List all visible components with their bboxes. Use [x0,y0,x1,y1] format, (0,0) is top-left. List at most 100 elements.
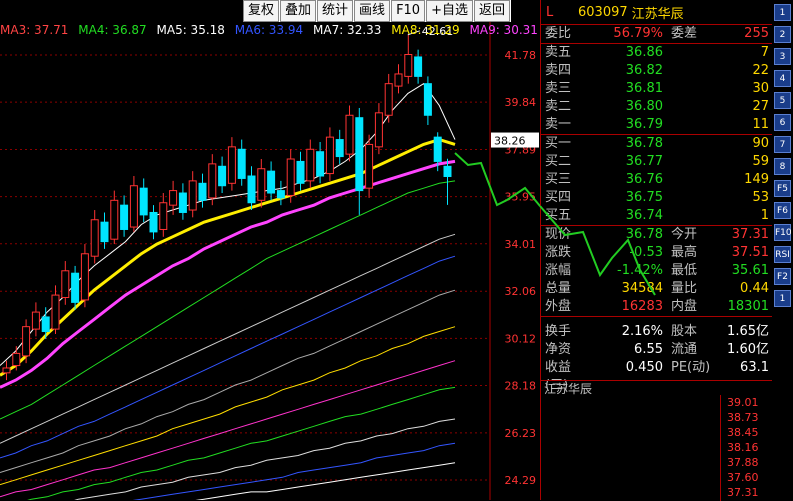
quote-row: 涨幅 -1.42% 最低 35.61 [541,262,773,280]
quote-row: 卖三 36.81 30 [541,80,773,98]
ma-legend: MA3: 37.71 MA4: 36.87 MA5: 35.18 MA6: 33… [0,22,544,38]
statistics-button[interactable]: 统计 [317,0,354,22]
side-toolbar: 1 2 3 4 5 6 7 8 F5 F6 F10 RSI F2 1 [772,0,793,500]
add-watchlist-button[interactable]: +自选 [426,0,473,22]
quote-value: 34584 [621,281,663,296]
quote-row: 总量 34584 量比 0.44 [541,280,773,298]
fund-label: 换手 [545,324,572,339]
candle-body [335,139,344,158]
price-axis-label: 34.01 [505,238,537,251]
f10-button[interactable]: F10 [391,0,426,22]
side-button-8[interactable]: 8 [774,158,791,175]
sell-price: 36.82 [625,63,663,78]
price-axis-label: 35.95 [505,191,537,204]
fund-label: 净资 [545,342,572,357]
quote-row: 买五 36.74 1 [541,207,773,225]
side-button-f5[interactable]: F5 [774,180,791,197]
quote-row: 换手 2.16% 股本 1.65亿 [541,323,773,341]
candle-body [100,221,109,243]
back-button[interactable]: 返回 [474,0,511,22]
sell-level-label: 卖三 [545,81,572,96]
side-button-5[interactable]: 5 [774,92,791,109]
quote-label: 外盘 [545,299,572,314]
candle-body [129,185,138,228]
side-button-1[interactable]: 1 [774,290,791,307]
weicha-label: 委差 [671,26,698,41]
candle-body [80,253,89,301]
price-axis-label: 28.18 [505,379,537,392]
price-axis-label: 30.12 [505,332,537,345]
fund-label-2: PE(动) [671,360,711,375]
side-button-rsi[interactable]: RSI [774,246,791,263]
sell-price: 36.86 [625,45,663,60]
buy-level-label: 买三 [545,172,572,187]
candle-body [365,143,374,189]
toolbar: 复权 叠加 统计 画线 F10 +自选 返回 [243,0,512,22]
quote-row: 卖二 36.80 27 [541,98,773,116]
candle-body [306,148,315,182]
candle-body [31,311,40,330]
buy-volume: 90 [752,136,769,151]
candle-body [169,190,178,206]
mini-scale-tick: 37.88 [727,456,759,469]
side-button-2[interactable]: 2 [774,26,791,43]
candle-body [296,160,305,184]
side-button-3[interactable]: 3 [774,48,791,65]
ma4-label: MA4: 36.87 [78,23,147,37]
candle-body [41,316,50,333]
buy-price: 36.75 [625,190,663,205]
buy-volume: 1 [760,208,769,223]
sell-volume: 22 [752,63,769,78]
draw-line-button[interactable]: 画线 [354,0,391,22]
fund-label-2: 流通 [671,342,698,357]
buy-volume: 53 [752,190,769,205]
buy-price: 36.74 [625,208,663,223]
quote-value-2: 18301 [727,299,769,314]
weibi-row: 委比 56.79% 委差 255 [541,25,773,44]
fund-label-2: 股本 [671,324,698,339]
sell-price: 36.81 [625,81,663,96]
candle-body [247,175,256,204]
quote-row: 涨跌 -0.53 最高 37.51 [541,244,773,262]
kline-chart[interactable]: 41.7839.8437.8935.9534.0132.0630.1228.18… [0,0,540,500]
sell-price: 36.80 [625,99,663,114]
side-button-7[interactable]: 7 [774,136,791,153]
ma8-label: MA8: 31.29 [391,23,460,37]
quote-row: 外盘 16283 内盘 18301 [541,298,773,316]
candle-body [433,136,442,162]
candle-body [218,165,227,187]
ma6-label: MA6: 33.94 [234,23,304,37]
side-button-1[interactable]: 1 [774,4,791,21]
stock-header: L 603097 江苏华辰 [541,0,773,25]
side-button-f6[interactable]: F6 [774,202,791,219]
quote-value-2: 37.31 [731,227,769,242]
candle-body [90,219,99,257]
sell-level-label: 卖四 [545,63,572,78]
price-axis-label: 24.29 [505,474,537,487]
overlay-button[interactable]: 叠加 [280,0,317,22]
quote-label-2: 今开 [671,227,698,242]
quote-label: 涨幅 [545,263,572,278]
ma3-label: MA3: 37.71 [0,23,69,37]
quote-row: 买二 36.77 59 [541,153,773,171]
fundamentals-table: 换手 2.16% 股本 1.65亿 净资 6.55 流通 1.60亿 收益(三) 0.450 PE(… [541,323,773,393]
candle-body [139,187,148,216]
buy-price: 36.77 [625,154,663,169]
side-button-f2[interactable]: F2 [774,268,791,285]
stock-tag: L [546,4,554,20]
buy-level-label: 买一 [545,136,572,151]
candle-body [120,204,129,230]
buy-level-label: 买五 [545,208,572,223]
mini-scale-tick: 37.31 [727,486,759,499]
candle-body [22,326,31,357]
fund-value-2: 63.1 [740,360,769,375]
quote-row: 现价 36.78 今开 37.31 [541,226,773,244]
restore-rights-button[interactable]: 复权 [243,0,280,22]
side-button-6[interactable]: 6 [774,114,791,131]
side-button-4[interactable]: 4 [774,70,791,87]
current-price-marker-text: 38.26 [494,135,526,148]
fund-value: 6.55 [634,342,663,357]
side-button-f10[interactable]: F10 [774,224,792,241]
quote-value: -1.42% [617,263,663,278]
quote-row: 买四 36.75 53 [541,189,773,207]
